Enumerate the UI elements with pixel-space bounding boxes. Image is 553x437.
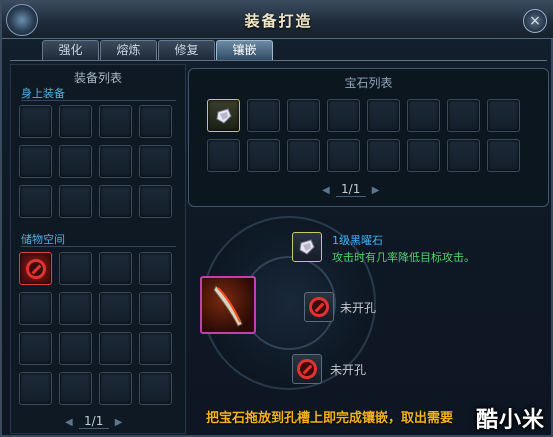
gem-slot[interactable] xyxy=(287,99,320,132)
inlay-area: 1级黑曜石 攻击时有几率降低目标攻击。 未开孔 未开孔 xyxy=(188,208,547,432)
storage-slot[interactable] xyxy=(59,332,92,365)
equipped-slot[interactable] xyxy=(19,145,52,178)
socket-2-status: 未开孔 xyxy=(330,363,367,377)
gem-socket-filled[interactable] xyxy=(292,232,322,262)
gem-page-number: 1/1 xyxy=(335,182,366,197)
gem-slot[interactable] xyxy=(247,99,280,132)
forbidden-icon xyxy=(26,259,46,279)
gem-prev-page-icon[interactable]: ◀ xyxy=(322,185,330,196)
storage-slot[interactable] xyxy=(99,252,132,285)
crafting-window: 装备打造 × 强化 熔炼 修复 镶嵌 装备列表 身上装备 储物空间 ◀ 1/1 … xyxy=(0,0,553,437)
gem-slot[interactable] xyxy=(407,99,440,132)
gem-socket-locked[interactable] xyxy=(292,354,322,384)
tab-underline xyxy=(10,60,547,61)
equipped-slot[interactable] xyxy=(139,105,172,138)
gem-socket-locked[interactable] xyxy=(304,292,334,322)
tab-repair[interactable]: 修复 xyxy=(158,40,215,60)
storage-slot[interactable] xyxy=(19,332,52,365)
storage-slot[interactable] xyxy=(59,292,92,325)
tab-smelt[interactable]: 熔炼 xyxy=(100,40,157,60)
gem-slot-item[interactable] xyxy=(207,99,240,132)
gem-slot[interactable] xyxy=(287,139,320,172)
storage-slot[interactable] xyxy=(139,372,172,405)
gem-slot[interactable] xyxy=(487,99,520,132)
equipped-slot[interactable] xyxy=(59,105,92,138)
tab-strengthen[interactable]: 强化 xyxy=(42,40,99,60)
window-titlebar[interactable]: 装备打造 × xyxy=(2,2,553,39)
socket-1-status: 未开孔 xyxy=(340,301,377,315)
watermark-logo: 酷小米 xyxy=(475,408,545,433)
tab-inlay[interactable]: 镶嵌 xyxy=(216,40,273,60)
gem-slot[interactable] xyxy=(207,139,240,172)
storage-slot[interactable] xyxy=(19,372,52,405)
storage-section-label: 储物空间 xyxy=(21,233,65,246)
storage-slot[interactable] xyxy=(59,252,92,285)
storage-slot[interactable] xyxy=(139,332,172,365)
equipped-slot[interactable] xyxy=(99,145,132,178)
window-title: 装备打造 xyxy=(244,12,313,30)
storage-divider xyxy=(21,246,176,247)
storage-slot[interactable] xyxy=(99,372,132,405)
equipped-slot[interactable] xyxy=(139,185,172,218)
gem-slot[interactable] xyxy=(447,99,480,132)
gem-slot[interactable] xyxy=(487,139,520,172)
equipped-slot[interactable] xyxy=(59,185,92,218)
gem-list-title: 宝石列表 xyxy=(344,76,393,90)
gem-slot[interactable] xyxy=(327,139,360,172)
equipment-page-number: 1/1 xyxy=(78,414,109,429)
storage-slot[interactable] xyxy=(99,332,132,365)
close-button[interactable]: × xyxy=(523,9,547,33)
equipped-slot[interactable] xyxy=(19,185,52,218)
gem-next-page-icon[interactable]: ▶ xyxy=(372,185,380,196)
gem-slot[interactable] xyxy=(327,99,360,132)
equipped-section-label: 身上装备 xyxy=(21,87,65,100)
storage-slot[interactable] xyxy=(139,252,172,285)
gem-icon xyxy=(216,108,232,124)
equipment-inlay-slot[interactable] xyxy=(200,276,256,334)
gem-pager: ◀ 1/1 ▶ xyxy=(322,182,379,197)
obsidian-gem-icon xyxy=(299,239,315,255)
gem-slot[interactable] xyxy=(367,139,400,172)
forbidden-icon xyxy=(297,359,317,379)
instruction-hint: 把宝石拖放到孔槽上即完成镶嵌，取出需要 xyxy=(206,411,454,426)
equipped-divider xyxy=(21,100,176,101)
gem-description: 攻击时有几率降低目标攻击。 xyxy=(332,251,475,264)
gem-list-panel: 宝石列表 ◀ 1/1 ▶ xyxy=(188,68,549,207)
prev-page-icon[interactable]: ◀ xyxy=(65,417,73,428)
gem-slot[interactable] xyxy=(367,99,400,132)
storage-slot-item[interactable] xyxy=(19,252,52,285)
blade-icon xyxy=(213,285,243,327)
forbidden-icon xyxy=(309,297,329,317)
equipment-list-title: 装备列表 xyxy=(73,71,122,85)
equipment-pager: ◀ 1/1 ▶ xyxy=(65,414,122,429)
equipped-slot[interactable] xyxy=(59,145,92,178)
gem-slot[interactable] xyxy=(447,139,480,172)
close-icon: × xyxy=(529,13,541,29)
equipped-slot[interactable] xyxy=(99,185,132,218)
equipment-list-panel: 装备列表 身上装备 储物空间 ◀ 1/1 ▶ xyxy=(10,64,186,434)
gem-slot[interactable] xyxy=(407,139,440,172)
storage-slot[interactable] xyxy=(19,292,52,325)
next-page-icon[interactable]: ▶ xyxy=(115,417,123,428)
equipped-slot[interactable] xyxy=(19,105,52,138)
storage-slot[interactable] xyxy=(139,292,172,325)
equipped-slot[interactable] xyxy=(99,105,132,138)
storage-slot[interactable] xyxy=(59,372,92,405)
gem-name: 1级黑曜石 xyxy=(332,234,383,247)
storage-slot[interactable] xyxy=(99,292,132,325)
equipped-slot[interactable] xyxy=(139,145,172,178)
gem-slot[interactable] xyxy=(247,139,280,172)
